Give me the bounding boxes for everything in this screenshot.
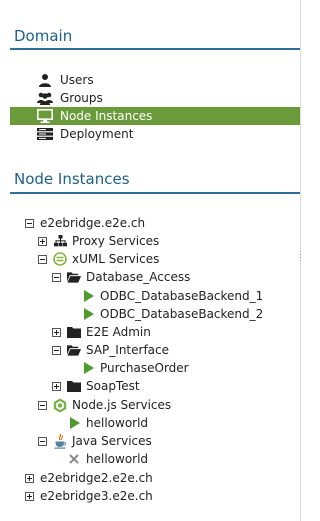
collapse-toggle[interactable] [38,400,47,410]
node-instances-title-underline [10,192,300,194]
nav-item-label: Groups [60,91,103,105]
tree-node-label[interactable]: ODBC_DatabaseBackend_1 [100,289,263,303]
resize-grip[interactable] [299,250,303,262]
tree-node-label[interactable]: SAP_Interface [86,343,169,357]
tree-node-nodejs-helloworld[interactable]: helloworld [52,414,148,432]
user-icon [37,72,53,88]
tree-node-java-services[interactable]: Java Services [38,432,152,450]
monitor-icon [37,108,53,124]
tree-node-odbc-backend-1[interactable]: ODBC_DatabaseBackend_1 [66,287,263,305]
tree-node-label[interactable]: Java Services [72,434,152,448]
domain-title: Domain [14,27,73,45]
tree-node-purchase-order[interactable]: PurchaseOrder [66,359,189,377]
collapse-toggle[interactable] [52,272,61,282]
tree-node-odbc-backend-2[interactable]: ODBC_DatabaseBackend_2 [66,305,263,323]
expand-toggle[interactable] [52,327,61,337]
collapse-toggle[interactable] [25,218,34,228]
domain-title-underline [10,48,300,50]
tree-node-e2e-admin[interactable]: E2E Admin [52,323,151,341]
hierarchy-icon [53,234,67,248]
folder-icon [67,325,81,339]
collapse-toggle[interactable] [52,345,61,355]
tree-node-nodejs-services[interactable]: Node.js Services [38,396,171,414]
tree-node-label[interactable]: SoapTest [86,379,140,393]
tree-node-java-helloworld[interactable]: helloworld [52,450,148,468]
node-instances-title: Node Instances [14,170,130,188]
collapse-toggle[interactable] [38,436,47,446]
collapse-toggle[interactable] [38,254,47,264]
expand-toggle[interactable] [52,381,61,391]
tree-node-label[interactable]: e2ebridge3.e2e.ch [40,489,153,503]
tree-node-sap-interface[interactable]: SAP_Interface [52,341,169,359]
play-icon [81,361,95,375]
tree-node-label[interactable]: Database_Access [86,270,190,284]
tree-node-label[interactable]: xUML Services [72,252,159,266]
nav-item-users[interactable]: Users [10,71,300,89]
nav-item-groups[interactable]: Groups [10,89,300,107]
play-icon [81,289,95,303]
tree-node-proxy-services[interactable]: Proxy Services [38,232,159,250]
java-icon [53,433,67,449]
expand-toggle[interactable] [38,236,47,246]
folder-open-icon [67,343,81,357]
nav-item-deployment[interactable]: Deployment [10,125,300,143]
tree-node-e2ebridge2[interactable]: e2ebridge2.e2e.ch [25,469,153,487]
tree-node-label[interactable]: helloworld [86,452,148,466]
play-icon [67,416,81,430]
tree-node-label[interactable]: Proxy Services [72,234,159,248]
stopped-x-icon [67,452,81,466]
nav-item-node-instances[interactable]: Node Instances [10,107,300,125]
tree-node-e2ebridge[interactable]: e2ebridge.e2e.ch [25,214,145,232]
nav-item-label: Users [60,73,94,87]
tree-node-xuml-services[interactable]: xUML Services [38,250,159,268]
nodejs-icon [53,398,67,412]
folder-open-icon [67,270,81,284]
expand-toggle[interactable] [25,491,34,501]
tree-node-label[interactable]: e2ebridge.e2e.ch [40,216,145,230]
nav-item-label: Node Instances [60,109,153,123]
tree-node-database-access[interactable]: Database_Access [52,268,190,286]
nav-item-label: Deployment [60,127,134,141]
folder-icon [67,379,81,393]
tree-node-e2ebridge3[interactable]: e2ebridge3.e2e.ch [25,487,153,505]
deployment-icon [37,126,53,142]
tree-node-label[interactable]: E2E Admin [86,325,151,339]
tree-node-label[interactable]: e2ebridge2.e2e.ch [40,471,153,485]
group-icon [37,90,53,106]
tree-node-label[interactable]: helloworld [86,416,148,430]
tree-node-label[interactable]: Node.js Services [72,398,171,412]
tree-node-soaptest[interactable]: SoapTest [52,377,140,395]
tree-node-label[interactable]: PurchaseOrder [100,361,189,375]
expand-toggle[interactable] [25,473,34,483]
play-icon [81,307,95,321]
tree-node-label[interactable]: ODBC_DatabaseBackend_2 [100,307,263,321]
xuml-icon [53,252,67,266]
